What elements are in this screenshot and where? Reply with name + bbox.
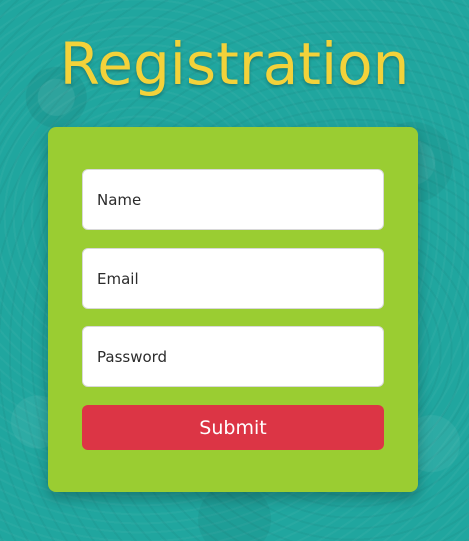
password-field[interactable] (82, 326, 384, 387)
name-field[interactable] (82, 169, 384, 230)
page-title: Registration (59, 30, 410, 98)
registration-form: Submit (48, 127, 418, 492)
submit-button[interactable]: Submit (82, 405, 384, 450)
email-field[interactable] (82, 248, 384, 309)
